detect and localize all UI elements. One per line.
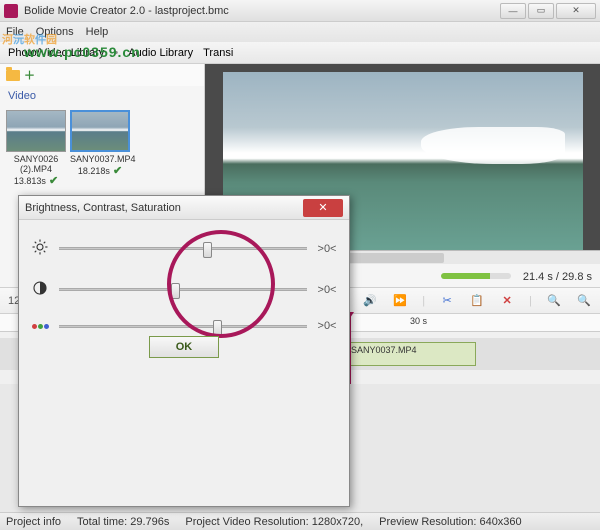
library-toolbar: ＋ (0, 64, 204, 86)
volume-slider[interactable] (441, 273, 511, 279)
brightness-slider[interactable] (59, 247, 307, 250)
tab-transitions[interactable]: Transi (203, 47, 233, 59)
status-bar: Project info Total time: 29.796s Project… (0, 512, 600, 530)
dialog-close-button[interactable]: ✕ (303, 199, 343, 217)
time-total: 29.8 s (562, 271, 592, 283)
maximize-button[interactable]: ▭ (528, 3, 554, 19)
watermark-url: www.pc0359.cn (24, 44, 141, 60)
zoom-in-icon[interactable]: 🔍 (576, 293, 592, 309)
status-preview-res: Preview Resolution: 640x360 (379, 516, 522, 528)
library-item[interactable]: SANY0037.MP4 18.218s ✔ (70, 110, 130, 187)
speed-icon[interactable]: ⏩ (392, 293, 408, 309)
library-item[interactable]: SANY0026 (2).MP4 13.813s ✔ (6, 110, 66, 187)
contrast-row: >0< (29, 279, 339, 300)
used-check-icon: ✔ (113, 165, 122, 177)
close-button[interactable]: ✕ (556, 3, 596, 19)
menu-help[interactable]: Help (86, 26, 109, 38)
timeline-playhead[interactable] (350, 314, 351, 384)
contrast-icon (29, 279, 51, 300)
app-icon (4, 4, 18, 18)
ruler-tick-label: 30 s (410, 316, 427, 326)
brightness-icon (29, 238, 51, 259)
slider-thumb[interactable] (171, 283, 180, 299)
open-folder-icon[interactable] (6, 70, 20, 81)
brightness-row: >0< (29, 238, 339, 259)
window-title: Bolide Movie Creator 2.0 - lastproject.b… (24, 5, 500, 17)
library-thumbnails: SANY0026 (2).MP4 13.813s ✔ SANY0037.MP4 … (0, 106, 204, 191)
clip-duration: 13.813s (14, 176, 46, 186)
bcs-dialog: Brightness, Contrast, Saturation ✕ >0< >… (18, 195, 350, 507)
clipboard-icon[interactable]: 📋 (469, 293, 485, 309)
time-current: 21.4 s (523, 271, 553, 283)
brightness-reset[interactable]: >0< (315, 243, 339, 255)
status-project-info[interactable]: Project info (6, 516, 61, 528)
time-display: 21.4 s / 29.8 s (523, 268, 592, 283)
library-section-label: Video (0, 86, 204, 106)
menu-options[interactable]: Options (36, 26, 74, 38)
window-titlebar: Bolide Movie Creator 2.0 - lastproject.b… (0, 0, 600, 22)
slider-thumb[interactable] (203, 242, 212, 258)
dialog-titlebar[interactable]: Brightness, Contrast, Saturation ✕ (19, 196, 349, 220)
clip-name: SANY0026 (2).MP4 (6, 154, 66, 174)
thumbnail-image (70, 110, 130, 152)
zoom-out-icon[interactable]: 🔍 (546, 293, 562, 309)
saturation-slider[interactable] (59, 325, 307, 328)
timeline-clip[interactable]: SANY0037.MP4 (346, 342, 476, 366)
clip-name: SANY0037.MP4 (70, 154, 130, 164)
dialog-body: >0< >0< >0< OK (19, 220, 349, 370)
menubar: File Options Help (0, 22, 600, 42)
add-media-icon[interactable]: ＋ (24, 67, 35, 83)
used-check-icon: ✔ (49, 175, 58, 187)
saturation-row: >0< (29, 320, 339, 332)
menu-file[interactable]: File (6, 26, 24, 38)
clip-duration: 18.218s (78, 166, 110, 176)
window-buttons: — ▭ ✕ (500, 3, 596, 19)
minimize-button[interactable]: — (500, 3, 526, 19)
contrast-reset[interactable]: >0< (315, 284, 339, 296)
delete-icon[interactable]: ✕ (499, 293, 515, 309)
status-video-res: Project Video Resolution: 1280x720, (185, 516, 363, 528)
ok-button[interactable]: OK (149, 336, 219, 358)
slider-thumb[interactable] (213, 320, 222, 336)
dialog-title: Brightness, Contrast, Saturation (25, 202, 303, 214)
status-total-time: Total time: 29.796s (77, 516, 169, 528)
contrast-slider[interactable] (59, 288, 307, 291)
saturation-reset[interactable]: >0< (315, 320, 339, 332)
thumbnail-image (6, 110, 66, 152)
scissors-icon[interactable]: ✂ (439, 293, 455, 309)
saturation-icon (29, 324, 51, 329)
volume-icon[interactable]: 🔊 (362, 293, 378, 309)
